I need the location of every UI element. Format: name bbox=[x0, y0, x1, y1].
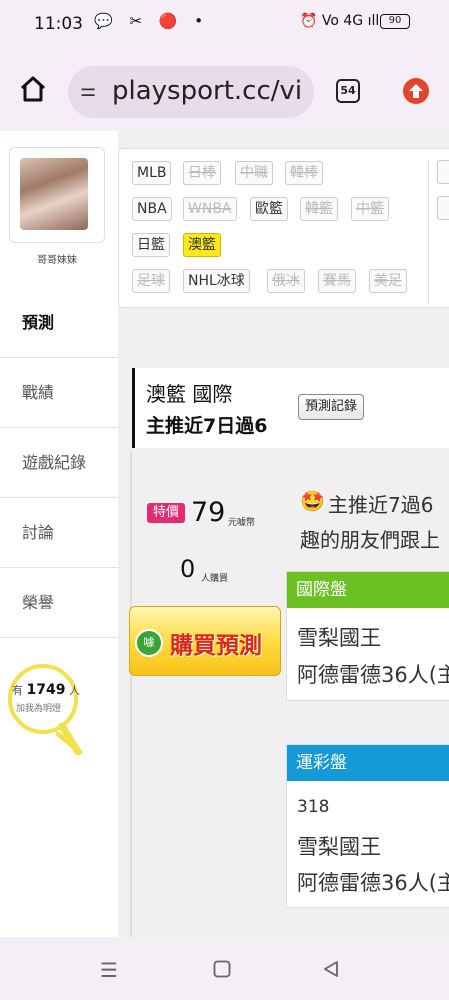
lamp-count: 1749 bbox=[26, 682, 66, 698]
buyers-count: 0 bbox=[180, 555, 196, 583]
sport-tag[interactable]: 歐籃 bbox=[250, 197, 288, 221]
coin-icon: 噱 bbox=[135, 629, 163, 657]
back-icon[interactable] bbox=[322, 960, 340, 978]
upload-icon[interactable] bbox=[403, 78, 429, 104]
home-square-icon[interactable] bbox=[213, 960, 231, 978]
notification-icons: 💬 ✂ 🔴 • bbox=[94, 12, 210, 30]
price-value: 79 bbox=[191, 497, 226, 528]
url-text[interactable]: playsport.cc/vi bbox=[112, 76, 312, 106]
status-time: 11:03 bbox=[34, 14, 83, 34]
description-line: 主推近7過6 bbox=[328, 493, 434, 517]
profile-nickname: 哥哥妹妹 bbox=[37, 255, 77, 266]
team-name: 雪梨國王 bbox=[297, 835, 381, 859]
page-title: 澳籃 國際 bbox=[146, 382, 233, 406]
lamp-prefix: 有 bbox=[12, 684, 23, 697]
sport-selector-panel: MLB 日棒 中職 韓棒 NBA WNBA 歐籃 韓籃 中籃 日籃 澳籃 足球 … bbox=[118, 148, 449, 308]
sport-tag: 韓棒 bbox=[285, 161, 323, 185]
battery-icon: 90 bbox=[380, 14, 410, 29]
sport-tag-clipped[interactable] bbox=[437, 196, 449, 220]
sport-tag[interactable]: 日籃 bbox=[132, 233, 170, 257]
buyers-unit: 人購買 bbox=[201, 574, 229, 584]
international-board: 國際盤 雪梨國王 阿德雷德36人(主 bbox=[286, 571, 449, 701]
lottery-board: 運彩盤 318 雪梨國王 阿德雷德36人(主 bbox=[286, 744, 449, 908]
team-name: 雪梨國王 bbox=[297, 626, 381, 650]
lottery-board-title: 運彩盤 bbox=[287, 745, 449, 781]
sport-tag: 中職 bbox=[235, 161, 273, 185]
tab-switcher-button[interactable]: 54 bbox=[336, 79, 360, 103]
sport-tag: 韓籃 bbox=[300, 197, 338, 221]
sport-tag-selected[interactable]: 澳籃 bbox=[183, 233, 221, 257]
home-icon[interactable] bbox=[18, 74, 48, 104]
game-code: 318 bbox=[297, 797, 330, 817]
star-eyes-icon: 🤩 bbox=[300, 489, 325, 513]
sport-tag[interactable]: NBA bbox=[132, 197, 172, 221]
buy-prediction-label[interactable]: 購買預測 bbox=[170, 626, 262, 660]
avatar[interactable] bbox=[20, 158, 88, 230]
sport-tag: 日棒 bbox=[183, 161, 221, 185]
prediction-record-button[interactable]: 預測記錄 bbox=[298, 394, 365, 420]
signal-icons: ⏰ Vo 4G ıll bbox=[300, 13, 380, 29]
promo-badge: 特價 bbox=[147, 503, 185, 523]
content-divider bbox=[130, 450, 132, 937]
page-subtitle: 主推近7日過6 bbox=[146, 415, 268, 437]
lamp-count-line: 有 1749 人 bbox=[12, 682, 92, 698]
team-name: 阿德雷德36人(主 bbox=[297, 871, 449, 895]
sidebar-item-record[interactable]: 戰績 bbox=[0, 358, 118, 428]
lightbulb-base-icon bbox=[56, 722, 83, 756]
sport-tag: WNBA bbox=[183, 197, 237, 221]
international-board-title: 國際盤 bbox=[287, 572, 449, 608]
sidebar-item-honor[interactable]: 榮譽 bbox=[0, 568, 118, 638]
sport-tag: 美足 bbox=[369, 269, 407, 293]
panel-divider bbox=[428, 160, 429, 304]
team-name: 阿德雷德36人(主 bbox=[297, 663, 449, 687]
sport-tag: 賽馬 bbox=[318, 269, 356, 293]
sidebar-item-discussion[interactable]: 討論 bbox=[0, 498, 118, 568]
site-settings-icon[interactable]: ⚌ bbox=[80, 80, 96, 101]
sport-tag[interactable]: MLB bbox=[132, 161, 172, 185]
sport-tag: 俄冰 bbox=[267, 269, 305, 293]
sport-tag: 中籃 bbox=[351, 197, 389, 221]
menu-icon[interactable]: ☰ bbox=[100, 958, 118, 982]
sport-tag-clipped[interactable] bbox=[437, 160, 449, 184]
lamp-caption: 加我為明燈 bbox=[16, 704, 62, 714]
sport-tag: 足球 bbox=[132, 269, 170, 293]
sidebar-item-game-log[interactable]: 遊戲紀錄 bbox=[0, 428, 118, 498]
description-line: 趣的朋友們跟上 bbox=[300, 528, 440, 552]
lamp-suffix: 人 bbox=[68, 684, 80, 697]
sidebar-item-predict[interactable]: 預測 bbox=[0, 288, 118, 358]
price-unit: 元噱幣 bbox=[228, 518, 256, 528]
sport-tag[interactable]: NHL冰球 bbox=[183, 269, 250, 293]
